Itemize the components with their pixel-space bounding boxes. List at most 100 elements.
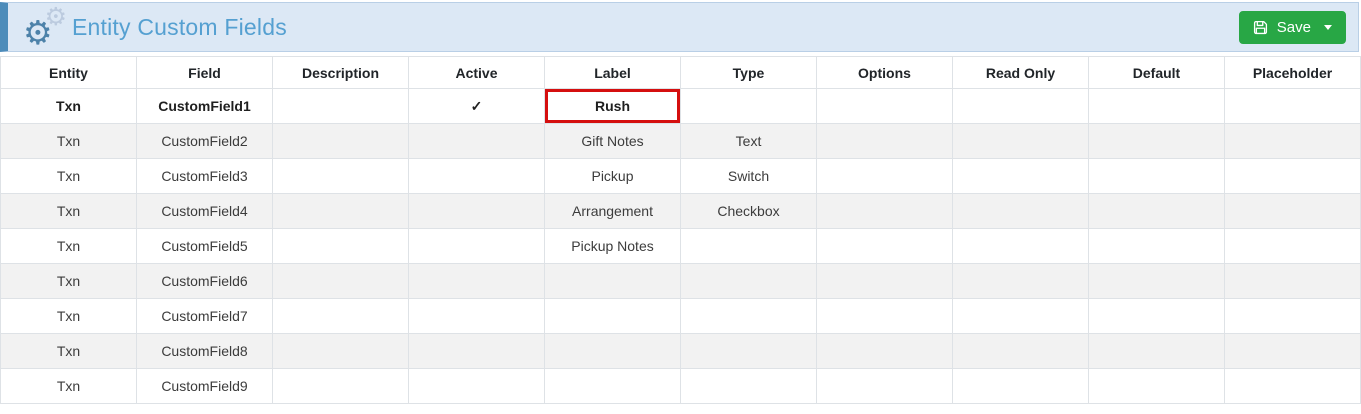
cell-read-only[interactable] [953,264,1089,299]
cell-field[interactable]: CustomField8 [137,334,273,369]
cell-default-value[interactable] [1089,159,1225,194]
cell-read-only[interactable] [953,369,1089,404]
column-header-entity: Entity [1,57,137,89]
cell-active[interactable] [409,299,545,334]
cell-options[interactable] [817,369,953,404]
cell-read-only[interactable] [953,229,1089,264]
cell-active[interactable] [409,334,545,369]
cell-type[interactable] [681,229,817,264]
cell-default-value[interactable] [1089,89,1225,124]
cell-placeholder[interactable] [1225,264,1361,299]
cell-field[interactable]: CustomField6 [137,264,273,299]
cell-active[interactable] [409,159,545,194]
cell-description[interactable] [273,334,409,369]
cell-type[interactable]: Text [681,124,817,159]
cell-options[interactable] [817,229,953,264]
column-header-read-only: Read Only [953,57,1089,89]
cell-entity[interactable]: Txn [1,159,137,194]
cell-placeholder[interactable] [1225,334,1361,369]
cell-label[interactable]: Pickup [545,159,681,194]
cell-label[interactable]: Arrangement [545,194,681,229]
cell-type[interactable] [681,334,817,369]
cell-description[interactable] [273,194,409,229]
cell-type[interactable]: Checkbox [681,194,817,229]
cell-field[interactable]: CustomField2 [137,124,273,159]
cell-field[interactable]: CustomField4 [137,194,273,229]
cell-default-value[interactable] [1089,124,1225,159]
cell-entity[interactable]: Txn [1,89,137,124]
table-row: TxnCustomField9 [1,369,1361,404]
cell-active[interactable] [409,229,545,264]
cell-label[interactable]: Rush [545,89,681,124]
cell-description[interactable] [273,369,409,404]
chevron-down-icon[interactable] [1324,25,1332,30]
cell-read-only[interactable] [953,159,1089,194]
cell-options[interactable] [817,299,953,334]
cell-field[interactable]: CustomField1 [137,89,273,124]
cell-active[interactable]: ✓ [409,89,545,124]
cell-description[interactable] [273,124,409,159]
cell-placeholder[interactable] [1225,229,1361,264]
cell-placeholder[interactable] [1225,89,1361,124]
cell-label[interactable] [545,299,681,334]
cell-default-value[interactable] [1089,369,1225,404]
cell-type[interactable]: Switch [681,159,817,194]
cell-entity[interactable]: Txn [1,369,137,404]
cell-read-only[interactable] [953,334,1089,369]
cell-type[interactable] [681,89,817,124]
cell-description[interactable] [273,89,409,124]
cell-entity[interactable]: Txn [1,229,137,264]
cell-field[interactable]: CustomField5 [137,229,273,264]
cell-type[interactable] [681,264,817,299]
cell-label[interactable]: Gift Notes [545,124,681,159]
cell-active[interactable] [409,194,545,229]
cell-options[interactable] [817,194,953,229]
cell-entity[interactable]: Txn [1,194,137,229]
cell-placeholder[interactable] [1225,299,1361,334]
cell-options[interactable] [817,334,953,369]
cell-description[interactable] [273,264,409,299]
cell-entity[interactable]: Txn [1,334,137,369]
cell-description[interactable] [273,229,409,264]
cell-placeholder[interactable] [1225,194,1361,229]
cell-read-only[interactable] [953,124,1089,159]
cell-default-value[interactable] [1089,334,1225,369]
cell-read-only[interactable] [953,194,1089,229]
cell-default-value[interactable] [1089,229,1225,264]
cell-default-value[interactable] [1089,299,1225,334]
cell-entity[interactable]: Txn [1,299,137,334]
table-row: TxnCustomField1 ✓Rush [1,89,1361,124]
table-header-row: Entity Field Description Active Label Ty… [1,57,1361,89]
cell-description[interactable] [273,299,409,334]
table-row: TxnCustomField8 [1,334,1361,369]
cell-type[interactable] [681,299,817,334]
cell-label[interactable] [545,264,681,299]
cell-field[interactable]: CustomField9 [137,369,273,404]
cell-label[interactable]: Pickup Notes [545,229,681,264]
cell-read-only[interactable] [953,89,1089,124]
cell-default-value[interactable] [1089,194,1225,229]
save-icon [1253,20,1268,35]
cell-active[interactable] [409,369,545,404]
cell-label[interactable] [545,334,681,369]
cell-active[interactable] [409,124,545,159]
cell-label[interactable] [545,369,681,404]
cell-active[interactable] [409,264,545,299]
cell-placeholder[interactable] [1225,369,1361,404]
cell-read-only[interactable] [953,299,1089,334]
cell-field[interactable]: CustomField7 [137,299,273,334]
cell-placeholder[interactable] [1225,124,1361,159]
cell-options[interactable] [817,124,953,159]
table-row: TxnCustomField5 Pickup Notes [1,229,1361,264]
cell-default-value[interactable] [1089,264,1225,299]
cell-field[interactable]: CustomField3 [137,159,273,194]
cell-entity[interactable]: Txn [1,264,137,299]
cell-options[interactable] [817,159,953,194]
save-button[interactable]: Save [1239,11,1346,44]
cell-type[interactable] [681,369,817,404]
cell-options[interactable] [817,89,953,124]
cell-placeholder[interactable] [1225,159,1361,194]
cell-options[interactable] [817,264,953,299]
cell-entity[interactable]: Txn [1,124,137,159]
cell-description[interactable] [273,159,409,194]
